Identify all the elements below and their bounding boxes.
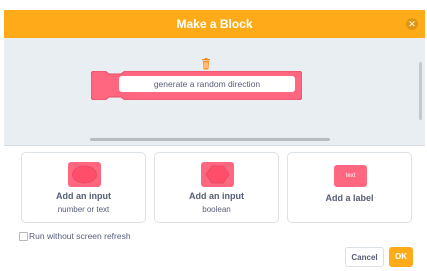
cancel-button[interactable]: Cancel [345, 247, 384, 267]
ok-button[interactable]: OK [389, 247, 413, 267]
add-number-text-input-card[interactable]: Add an input number or text [21, 152, 146, 223]
add-options: Add an input number or text Add an input… [21, 152, 413, 223]
label-icon: text [334, 165, 367, 187]
option-title: Add an input [56, 191, 111, 201]
option-title: Add an input [189, 191, 244, 201]
dialog-title: Make a Block [176, 17, 253, 31]
trash-icon[interactable] [201, 58, 211, 70]
option-title: Add a label [325, 193, 374, 203]
option-subtitle: boolean [202, 205, 231, 214]
block-name-input[interactable] [119, 76, 295, 92]
dialog-header: Make a Block ✕ [4, 10, 425, 38]
make-a-block-dialog: Make a Block ✕ Add an input number or te… [0, 0, 427, 271]
hexagon-input-icon [201, 162, 234, 187]
run-without-refresh-label: Run without screen refresh [29, 231, 131, 241]
horizontal-scrollbar[interactable] [90, 138, 330, 141]
add-boolean-input-card[interactable]: Add an input boolean [154, 152, 279, 223]
close-icon[interactable]: ✕ [406, 18, 418, 30]
checkbox-icon[interactable] [19, 232, 28, 241]
option-subtitle: number or text [57, 205, 110, 214]
vertical-scrollbar[interactable] [419, 62, 422, 120]
add-label-card[interactable]: text Add a label [287, 152, 412, 223]
round-input-icon [68, 162, 101, 187]
